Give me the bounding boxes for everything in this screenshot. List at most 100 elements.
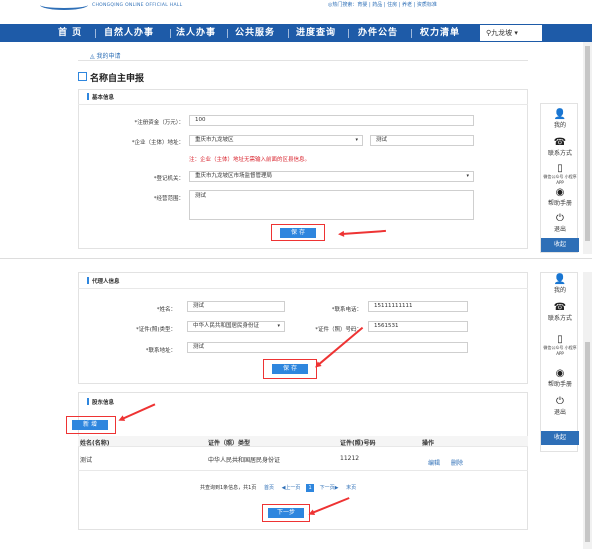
sidebar-item-mine[interactable]: 👤 我的 <box>541 274 579 295</box>
nav-corporate[interactable]: 法人办事 <box>176 24 216 42</box>
divider <box>78 60 528 61</box>
power-icon: ⏻ <box>556 213 564 224</box>
scrollbar[interactable] <box>583 272 592 549</box>
edit-link[interactable]: 编辑 <box>428 458 440 467</box>
authority-label: *登记机关： <box>153 176 184 182</box>
delete-link[interactable]: 删除 <box>451 458 463 467</box>
scope-textarea[interactable]: 测试 <box>189 190 474 220</box>
site-english-name: CHONGQING ONLINE OFFICIAL HALL <box>92 3 183 8</box>
table-row: 测试 中华人民共和国居民身份证 11212 编辑 删除 <box>78 449 528 471</box>
help-icon: ◉ <box>555 187 565 198</box>
power-icon: ⏻ <box>556 396 564 407</box>
agent-phone-label: *联系电话： <box>331 307 362 313</box>
nav-power-list[interactable]: 权力清单 <box>420 24 460 42</box>
divider <box>78 104 528 105</box>
sidebar-item-contact[interactable]: ☎ 联系方式 <box>541 302 579 323</box>
phone-icon: ☎ <box>553 302 567 313</box>
user-icon: 👤 <box>553 109 567 120</box>
nav-divider <box>348 29 349 38</box>
idtype-value: 中华人民共和国居民身份证 <box>193 323 260 329</box>
col-idno: 证件(照)号码 <box>340 440 376 447</box>
agent-save-button[interactable]: 保 存 <box>272 364 308 374</box>
basic-save-button[interactable]: 保 存 <box>280 228 316 238</box>
divider <box>78 288 528 289</box>
nav-individual[interactable]: 自然人办事 <box>104 24 154 42</box>
pager-next[interactable]: 下一页▶ <box>320 485 339 491</box>
user-icon: 👤 <box>553 274 567 285</box>
screenshot-divider <box>0 258 592 270</box>
sidebar-collapse-button[interactable]: 收起 <box>541 238 579 252</box>
nav-divider <box>288 29 289 38</box>
agent-info-title: 代理人信息 <box>92 279 120 285</box>
chevron-down-icon: ▾ <box>466 173 469 179</box>
sidebar-item-help[interactable]: ◉ 帮助手册 <box>541 368 579 389</box>
agent-name-label: *姓名： <box>156 307 176 313</box>
mobile-icon: ▯ <box>557 163 563 174</box>
section-marker <box>87 398 89 405</box>
sidebar-item-logout[interactable]: ⏻ 退出 <box>541 396 579 417</box>
phone-icon: ☎ <box>553 137 567 148</box>
mobile-icon: ▯ <box>557 334 563 345</box>
section-marker <box>87 277 89 284</box>
form-icon <box>78 72 87 81</box>
scope-label: *经营范围： <box>153 196 184 202</box>
row-idno: 11212 <box>340 455 360 462</box>
capital-label: *注册资金（万元）： <box>134 120 184 126</box>
nav-progress[interactable]: 进度查询 <box>296 24 336 42</box>
col-idtype: 证件（照）类型 <box>208 440 251 447</box>
sidebar-item-mine[interactable]: 👤 我的 <box>541 109 579 130</box>
row-idtype: 中华人民共和国居民身份证 <box>208 457 281 464</box>
shareholder-title: 股东信息 <box>92 400 115 406</box>
address-note: 注：企业（主体）地址无需输入前面的区县信息。 <box>189 157 311 163</box>
agent-idtype-select[interactable]: 中华人民共和国居民身份证 ▾ <box>187 321 285 332</box>
agent-phone-input[interactable]: 15111111111 <box>368 301 468 312</box>
logo-icon <box>40 0 88 10</box>
pager-summary: 共查询到1条信息，共1页 <box>200 485 257 491</box>
hot-search-links[interactable]: ◎热门搜索：育婴 | 药品 | 住房 | 养老 | 资质标准 <box>328 1 437 8</box>
agent-idno-label: *证件（照）号码： <box>315 327 362 333</box>
capital-input[interactable]: 100 <box>189 115 474 126</box>
sidebar-item-logout[interactable]: ⏻ 退出 <box>541 213 579 234</box>
pager-last[interactable]: 末页 <box>346 485 356 491</box>
nav-announcements[interactable]: 办件公告 <box>358 24 398 42</box>
section-marker <box>87 93 89 100</box>
sidebar-collapse-button[interactable]: 收起 <box>541 431 579 445</box>
agent-idno-input[interactable]: 1561531 <box>368 321 468 332</box>
agent-name-input[interactable]: 测试 <box>187 301 285 312</box>
nav-home[interactable]: 首 页 <box>58 24 82 42</box>
pagination: 共查询到1条信息，共1页 首页 ◀上一页 1 下一页▶ 末页 <box>200 484 356 492</box>
chevron-down-icon: ▾ <box>277 323 280 329</box>
sidebar-item-help[interactable]: ◉ 帮助手册 <box>541 187 579 208</box>
scrollbar[interactable] <box>583 42 592 254</box>
next-step-button[interactable]: 下一步 <box>268 508 304 518</box>
nav-divider <box>411 29 412 38</box>
nav-divider <box>95 29 96 38</box>
agent-address-input[interactable]: 测试 <box>187 342 468 353</box>
basic-info-title: 基本信息 <box>92 95 115 101</box>
agent-address-label: *联系地址： <box>145 348 176 354</box>
region-select[interactable]: ⚲九龙坡 ▾ <box>480 25 542 41</box>
page-title: 名称自主申报 <box>90 74 145 84</box>
pager-current[interactable]: 1 <box>306 484 315 492</box>
district-select[interactable]: 重庆市九龙坡区 ▾ <box>189 135 363 146</box>
scrollbar-thumb[interactable] <box>585 342 590 542</box>
breadcrumb[interactable]: ◬ 我的申请 <box>90 51 121 60</box>
sidebar-item-app[interactable]: ▯ 微信公众号 小程序APP <box>541 163 579 186</box>
authority-select[interactable]: 重庆市九龙坡区市场监督管理局 ▾ <box>189 171 474 182</box>
nav-divider <box>227 29 228 38</box>
row-name: 测试 <box>80 457 93 464</box>
table-header: 姓名(名称) 证件（照）类型 证件(照)号码 操作 <box>78 436 528 447</box>
right-sidebar: 👤 我的 ☎ 联系方式 ▯ 微信公众号 小程序APP ◉ 帮助手册 ⏻ 退出 收… <box>540 272 579 452</box>
address-detail-input[interactable]: 测试 <box>370 135 474 146</box>
sidebar-item-app[interactable]: ▯ 微信公众号 小程序APP <box>541 334 579 357</box>
pager-prev[interactable]: ◀上一页 <box>282 485 301 491</box>
main-nav: 首 页 自然人办事 法人办事 公共服务 进度查询 办件公告 权力清单 ⚲九龙坡 … <box>0 24 592 42</box>
add-shareholder-button[interactable]: 新 增 <box>72 420 108 430</box>
pager-first[interactable]: 首页 <box>264 485 274 491</box>
help-icon: ◉ <box>555 368 565 379</box>
scrollbar-thumb[interactable] <box>585 46 590 241</box>
top-strip <box>0 0 592 12</box>
sidebar-item-contact[interactable]: ☎ 联系方式 <box>541 137 579 158</box>
nav-public-service[interactable]: 公共服务 <box>235 24 275 42</box>
chevron-down-icon: ▾ <box>355 137 358 143</box>
